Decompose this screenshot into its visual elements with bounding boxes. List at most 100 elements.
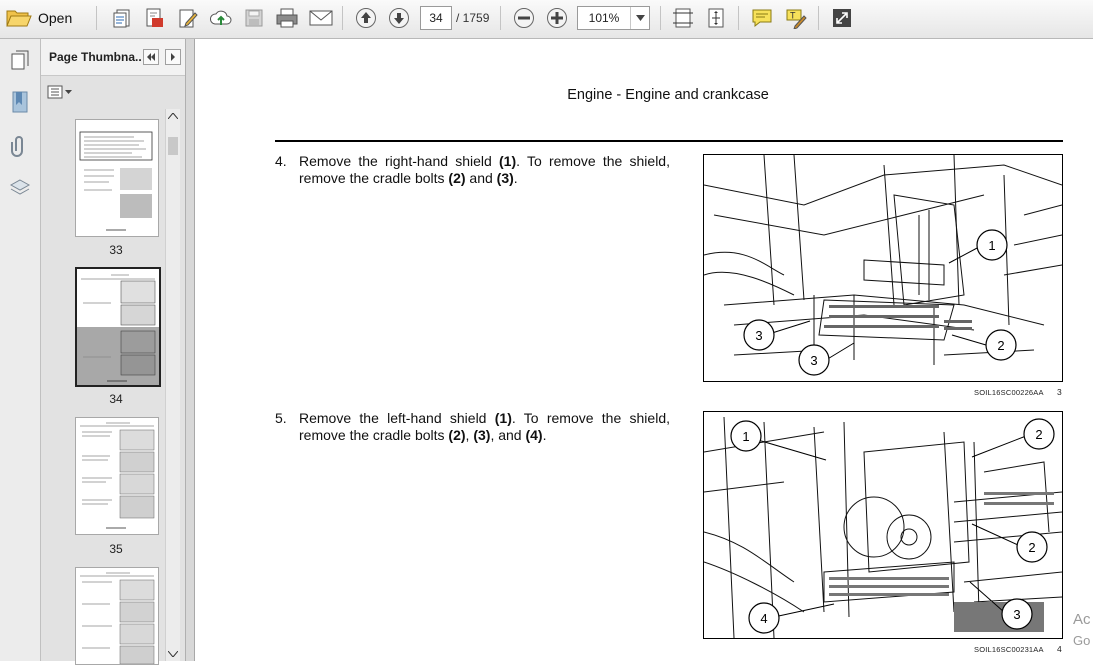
page-thumbnails-toggle[interactable] [7, 47, 33, 73]
expand-panel-button[interactable] [165, 49, 181, 65]
full-screen-button[interactable] [828, 5, 856, 31]
svg-text:3: 3 [755, 328, 762, 343]
layers-toggle[interactable] [7, 175, 33, 201]
engine-illustration: 1 2 2 3 4 [704, 416, 1062, 638]
zoom-value: 101% [588, 11, 620, 25]
next-page-icon [389, 8, 409, 28]
page-thumbnail-33[interactable] [75, 119, 159, 237]
thumbnail-panel-header: Page Thumbna... [41, 39, 185, 76]
page-total: / 1759 [456, 11, 490, 25]
header-rule [275, 140, 1063, 142]
page-thumbnail-36[interactable] [75, 567, 159, 665]
zoom-out-button[interactable] [510, 5, 538, 31]
figure-left-hand-shield: 1 2 2 3 4 [703, 411, 1063, 639]
previous-page-icon [356, 8, 376, 28]
svg-text:1: 1 [988, 238, 995, 253]
export-pdf-button[interactable] [140, 5, 168, 31]
pages-icon [11, 50, 29, 70]
svg-text:2: 2 [1028, 540, 1035, 555]
double-chevron-left-icon [147, 53, 155, 61]
thumbnail-label: 33 [109, 243, 123, 257]
fit-width-button[interactable] [669, 5, 697, 31]
open-folder-icon [6, 10, 32, 27]
zoom-in-icon [547, 8, 567, 28]
svg-text:3: 3 [1013, 607, 1020, 622]
create-pdf-button[interactable] [108, 5, 136, 31]
svg-text:3: 3 [810, 353, 817, 368]
create-pdf-icon [113, 9, 130, 28]
thumbnail-panel: Page Thumbna... 33 34 35 [41, 39, 186, 665]
bookmarks-toggle[interactable] [7, 89, 33, 115]
panel-splitter[interactable] [186, 39, 195, 661]
figure-number: 4 [1057, 644, 1062, 654]
open-label: Open [38, 10, 73, 26]
edit-pdf-icon [179, 9, 198, 28]
comment-icon [752, 9, 772, 28]
page-number-input[interactable]: 34 [420, 6, 452, 30]
activation-watermark: Ac [1073, 611, 1091, 628]
print-button[interactable] [272, 5, 302, 31]
chevron-down-icon [635, 15, 645, 21]
panel-title: Page Thumbna... [49, 50, 141, 64]
email-icon [309, 10, 333, 26]
thumbnail-preview [77, 274, 159, 385]
options-menu-icon [47, 85, 72, 99]
bookmark-icon [12, 91, 28, 113]
svg-text:T: T [790, 11, 796, 21]
svg-text:1: 1 [742, 429, 749, 444]
next-page-button[interactable] [385, 5, 413, 31]
highlight-icon: T [786, 9, 807, 29]
instruction-step-5: 5. Remove the left-hand shield (1). To r… [275, 410, 670, 444]
figure-code: SOIL16SC00231AA [974, 645, 1044, 654]
toolbar-divider [342, 6, 343, 30]
upload-cloud-icon [209, 10, 232, 25]
engine-illustration: 1 2 3 3 [704, 155, 1062, 376]
page-title: Engine - Engine and crankcase [567, 87, 769, 103]
zoom-dropdown-button[interactable] [630, 7, 649, 29]
zoom-select[interactable]: 101% [577, 6, 650, 30]
print-icon [276, 8, 298, 28]
toolbar-divider [738, 6, 739, 30]
thumbnail-scrollbar[interactable] [165, 109, 180, 661]
activation-watermark: Go [1073, 633, 1091, 648]
attachments-toggle[interactable] [7, 132, 33, 158]
page-thumbnail-34[interactable] [75, 267, 161, 387]
comment-button[interactable] [748, 5, 776, 31]
upload-cloud-button[interactable] [206, 5, 236, 31]
figure-code: SOIL16SC00226AA [974, 388, 1044, 397]
thumbnail-label: 34 [109, 392, 123, 406]
page-thumbnail-35[interactable] [75, 417, 159, 535]
step-number: 5. [275, 410, 287, 426]
email-button[interactable] [306, 5, 336, 31]
open-button[interactable]: Open [6, 5, 84, 31]
svg-text:2: 2 [1035, 427, 1042, 442]
zoom-in-button[interactable] [543, 5, 571, 31]
thumbnail-preview [80, 572, 155, 664]
toolbar-divider [660, 6, 661, 30]
fit-page-button[interactable] [702, 5, 730, 31]
figure-number: 3 [1057, 387, 1062, 397]
fit-page-icon [708, 8, 724, 28]
toolbar-divider [818, 6, 819, 30]
export-pdf-icon [146, 8, 163, 27]
save-button[interactable] [240, 5, 268, 31]
full-screen-icon [833, 9, 851, 27]
thumbnail-label: 35 [109, 542, 123, 556]
previous-page-button[interactable] [352, 5, 380, 31]
thumbnail-preview [79, 131, 153, 231]
scrollbar-thumb[interactable] [168, 137, 178, 155]
step-number: 4. [275, 153, 287, 169]
zoom-out-icon [514, 8, 534, 28]
edit-pdf-button[interactable] [174, 5, 202, 31]
navigation-rail [0, 39, 41, 661]
highlight-button[interactable]: T [782, 5, 810, 31]
svg-text:4: 4 [760, 611, 767, 626]
chevron-up-icon [168, 113, 178, 119]
collapse-panel-button[interactable] [143, 49, 159, 65]
instruction-step-4: 4. Remove the right-hand shield (1). To … [275, 153, 670, 187]
thumbnail-preview [80, 422, 155, 529]
step-text: Remove the left-hand shield (1). To remo… [299, 410, 670, 443]
toolbar-divider [500, 6, 501, 30]
svg-text:2: 2 [997, 338, 1004, 353]
thumbnail-options-button[interactable] [47, 83, 73, 101]
